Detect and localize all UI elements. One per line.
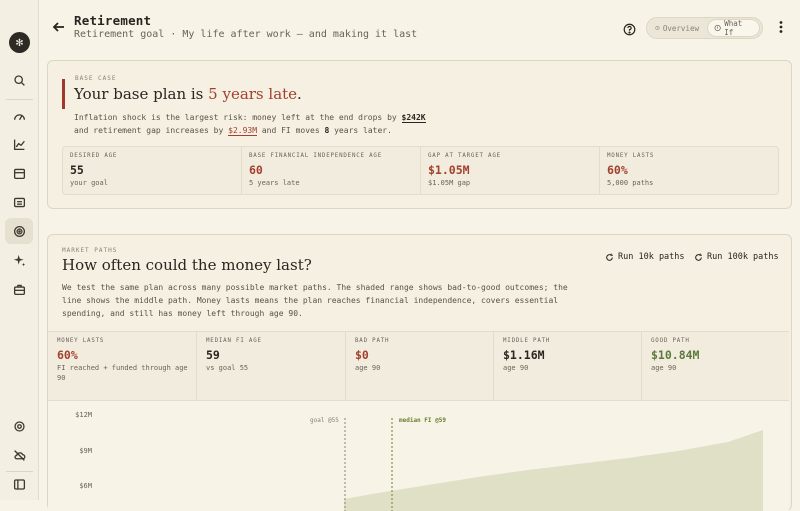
stat-value: 60 — [249, 163, 263, 177]
sidebar-divider — [6, 99, 33, 100]
headline-late: 5 years late — [208, 85, 298, 103]
app-logo-icon[interactable]: ✻ — [9, 32, 30, 53]
stat-middle-path: MIDDLE PATH $1.16M age 90 — [494, 332, 642, 400]
base-case-stats: DESIRED AGE 55 your goal BASE FINANCIAL … — [62, 146, 779, 195]
stat-value: $10.84M — [651, 348, 700, 362]
run-10k-label: Run 10k paths — [618, 252, 685, 262]
page-subtitle: Retirement goal · My life after work — a… — [74, 29, 418, 40]
outcome-range-band — [344, 430, 763, 511]
overview-icon — [655, 25, 660, 31]
stat-base-fi-age: BASE FINANCIAL INDEPENDENCE AGE 60 5 yea… — [242, 147, 421, 194]
stat-sub: age 90 — [503, 364, 529, 372]
stat-label: MONEY LASTS — [607, 153, 655, 159]
stat-label: BASE FINANCIAL INDEPENDENCE AGE — [249, 153, 382, 159]
stat-money-lasts: MONEY LASTS 60% 5,000 paths — [600, 147, 778, 194]
stat-value: $0 — [355, 348, 369, 362]
summary-text: Inflation shock is the largest risk: mon… — [74, 113, 402, 122]
more-options-icon[interactable] — [774, 19, 788, 35]
briefcase-icon[interactable] — [5, 276, 33, 302]
tab-overview[interactable]: Overview — [649, 19, 705, 37]
tab-what-if[interactable]: What If — [707, 19, 760, 37]
stat-value: $1.16M — [503, 348, 545, 362]
description-line: spending, and still has money left throu… — [62, 309, 303, 318]
page-title: Retirement — [74, 13, 152, 28]
refresh-icon — [606, 253, 613, 261]
view-toggle: Overview What If — [646, 17, 763, 39]
page-header: Retirement Retirement goal · My life aft… — [38, 0, 800, 55]
description-line: line shows the middle path. Money lasts … — [62, 296, 559, 305]
stat-sub: vs goal 55 — [206, 364, 249, 372]
chart-line-icon[interactable] — [5, 131, 33, 157]
back-arrow-icon[interactable] — [51, 19, 67, 35]
stat-sub: $1.05M gap — [428, 179, 471, 187]
dashboard-gauge-icon[interactable] — [5, 103, 33, 129]
stat-value: 59 — [206, 348, 220, 362]
base-case-headline: Your base plan is 5 years late. — [74, 85, 302, 103]
stat-money-lasts: MONEY LASTS 60% FI reached + funded thro… — [48, 332, 197, 400]
description-line: We test the same plan across many possib… — [62, 283, 568, 292]
run-100k-label: Run 100k paths — [707, 252, 779, 262]
calendar-icon[interactable] — [5, 160, 33, 186]
gap-increase-amount[interactable]: $2.93M — [228, 126, 258, 136]
headline-suffix: . — [297, 85, 302, 103]
run-100k-button[interactable]: Run 100k paths — [694, 252, 779, 262]
settings-gear-icon[interactable] — [5, 413, 33, 439]
stat-label: GOOD PATH — [651, 338, 690, 344]
sidebar-toggle-icon[interactable] — [5, 471, 33, 497]
stat-sub: age 90 — [651, 364, 677, 372]
base-case-eyebrow: BASE CASE — [75, 75, 117, 82]
stat-desired-age: DESIRED AGE 55 your goal — [63, 147, 242, 194]
stat-label: BAD PATH — [355, 338, 390, 344]
stat-sub: age 90 — [355, 364, 381, 372]
accent-bar — [62, 79, 65, 109]
stat-label: MONEY LASTS — [57, 338, 105, 344]
run-10k-button[interactable]: Run 10k paths — [605, 252, 685, 262]
help-icon[interactable] — [623, 21, 636, 36]
stat-label: MEDIAN FI AGE — [206, 338, 262, 344]
market-paths-chart: $12M $9M $6M goal @55 median FI @59 — [48, 400, 789, 511]
summary-text: and FI moves — [257, 126, 325, 135]
cloud-off-icon[interactable] — [5, 442, 33, 468]
sidebar: ✻ — [0, 0, 39, 500]
summary-text: years later. — [329, 126, 392, 135]
stat-sub: your goal — [70, 179, 108, 187]
stat-label: MIDDLE PATH — [503, 338, 551, 344]
stat-sub: 5 years late — [249, 179, 300, 187]
what-if-icon — [714, 24, 721, 32]
market-paths-description: We test the same plan across many possib… — [62, 281, 568, 320]
stat-value: 60% — [607, 163, 628, 177]
tab-overview-label: Overview — [662, 23, 699, 33]
base-case-card: BASE CASE Your base plan is 5 years late… — [47, 60, 792, 209]
market-paths-headline: How often could the money last? — [62, 256, 312, 274]
inflation-drop-amount[interactable]: $242K — [401, 113, 426, 123]
market-paths-stats: MONEY LASTS 60% FI reached + funded thro… — [48, 331, 789, 401]
stat-good-path: GOOD PATH $10.84M age 90 — [642, 332, 789, 400]
stat-gap-at-target: GAP AT TARGET AGE $1.05M $1.05M gap — [421, 147, 600, 194]
stat-sub: 5,000 paths — [607, 179, 654, 187]
stat-sub: FI reached + funded through age 90 — [57, 364, 188, 382]
median-fi-annotation: median FI @59 — [399, 417, 446, 424]
target-goal-icon[interactable] — [5, 218, 33, 244]
stat-label: DESIRED AGE — [70, 153, 118, 159]
refresh-icon — [695, 253, 702, 261]
ledger-icon[interactable] — [5, 189, 33, 215]
tab-what-if-label: What If — [724, 19, 743, 37]
stat-bad-path: BAD PATH $0 age 90 — [346, 332, 494, 400]
search-icon[interactable] — [5, 67, 33, 93]
market-paths-eyebrow: MARKET PATHS — [62, 247, 118, 254]
stat-value: $1.05M — [428, 163, 470, 177]
goal-annotation: goal @55 — [310, 417, 339, 424]
stat-median-fi-age: MEDIAN FI AGE 59 vs goal 55 — [197, 332, 346, 400]
stat-value: 60% — [57, 348, 78, 362]
headline-prefix: Your base plan is — [74, 85, 209, 103]
stat-value: 55 — [70, 163, 84, 177]
base-case-summary: Inflation shock is the largest risk: mon… — [74, 111, 426, 137]
summary-text: and retirement gap increases by — [74, 126, 229, 135]
sparkle-icon[interactable] — [5, 247, 33, 273]
market-paths-card: MARKET PATHS How often could the money l… — [47, 234, 792, 511]
stat-label: GAP AT TARGET AGE — [428, 153, 501, 159]
